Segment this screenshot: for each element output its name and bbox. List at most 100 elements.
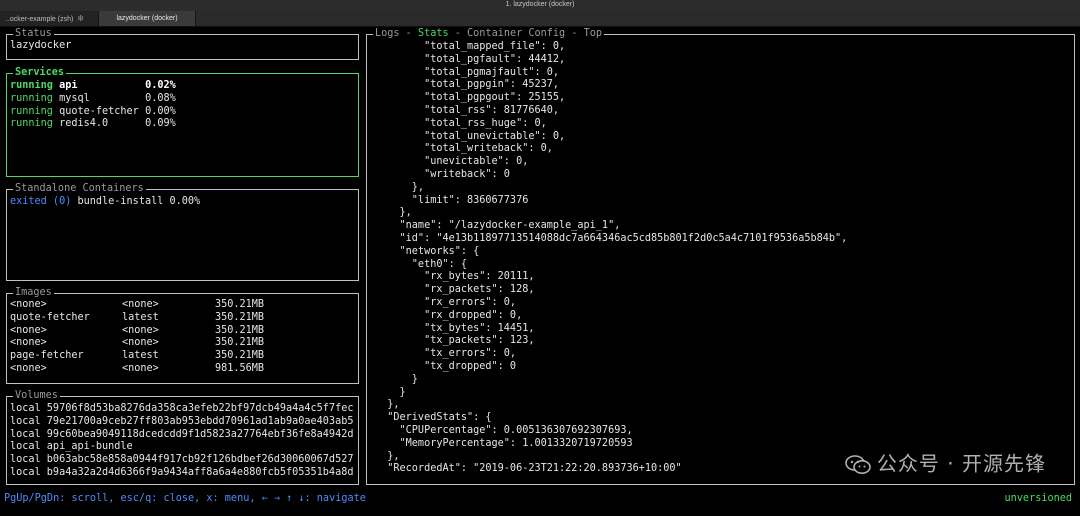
stats-line: "unevictable": 0, [375, 156, 529, 168]
stats-line: }, [375, 399, 400, 411]
watermark: 公众号 · 开源先锋 [845, 451, 1046, 476]
images-list: <none> <none> 350.21MB quote-fetcher latest 3… [10, 299, 356, 376]
stats-line: "rx_packets": 128, [375, 284, 535, 296]
main-panel-tabs: Logs - Stats - Container Config - Top [373, 27, 604, 40]
image-size: 350.21MB [215, 324, 265, 336]
status-value: lazydocker [10, 40, 72, 51]
volume-row[interactable]: local 99c60bea9049118dcedcdd9f1d5823a277… [10, 429, 356, 442]
image-row[interactable]: <none> <none> 350.21MB [10, 299, 356, 312]
container-name: bundle-install [77, 196, 164, 207]
stats-line: "rx_errors": 0, [375, 296, 517, 308]
volumes-panel[interactable]: Volumes local 59706f8d53ba8276da358ca3ef… [6, 389, 359, 485]
stats-line: "networks": { [375, 245, 480, 257]
stats-line: "MemoryPercentage": 1.0013320719720593 [375, 437, 633, 449]
image-row[interactable]: <none> <none> 981.56MB [10, 363, 356, 376]
stats-line: } [375, 386, 406, 398]
window-title: 1. lazydocker (docker) [505, 1, 575, 8]
image-row[interactable]: <none> <none> 350.21MB [10, 337, 356, 350]
image-size: 350.21MB [215, 299, 265, 310]
service-name: quote-fetcher [59, 105, 139, 117]
stats-json-output[interactable]: "total_mapped_file": 0, "total_pgfault":… [375, 41, 1072, 476]
image-row[interactable]: page-fetcher latest 350.21MB [10, 350, 356, 363]
service-row[interactable]: running api 0.02% [10, 80, 356, 93]
image-row[interactable]: quote-fetcher latest 350.21MB [10, 312, 356, 325]
stats-line: "total_writeback": 0, [375, 143, 553, 155]
stats-line: "DerivedStats": { [375, 412, 492, 424]
stats-line: "total_rss": 81776640, [375, 104, 560, 116]
image-name: <none> [10, 324, 47, 336]
stats-line: "total_pgpgin": 45237, [375, 79, 560, 91]
images-panel[interactable]: Images <none> <none> 350.21MB quote-fetcher… [6, 286, 359, 384]
tab-lazydocker[interactable]: lazydocker (docker) [98, 11, 196, 26]
tab-separator: - [448, 28, 468, 39]
volume-row[interactable]: local 79e21700a9ceb27ff803ab953ebdd70961… [10, 416, 356, 429]
stats-line: "eth0": { [375, 258, 468, 270]
service-cpu: 0.02% [145, 80, 176, 91]
status-panel[interactable]: Status lazydocker [6, 27, 359, 60]
service-cpu: 0.08% [145, 92, 176, 104]
terminal-area: Status lazydocker Services running api 0.… [0, 27, 1080, 516]
images-panel-title: Images [13, 286, 54, 299]
image-name: <none> [10, 337, 47, 349]
stats-line: "limit": 8360677376 [375, 194, 529, 206]
tab-logs[interactable]: Logs [375, 28, 400, 39]
main-detail-panel[interactable]: Logs - Stats - Container Config - Top "t… [366, 27, 1075, 485]
services-panel[interactable]: Services running api 0.02% running mysql 0.… [6, 66, 359, 177]
stats-line: "id": "4e13b11897713514088dc7a664346ac5c… [375, 232, 848, 244]
wechat-icon [845, 455, 871, 475]
volume-row[interactable]: local b063abc58e858a0944f917cb92f126bdbe… [10, 454, 356, 467]
standalone-list: exited (0) bundle-install 0.00% [10, 196, 356, 209]
service-state: running [10, 92, 53, 104]
stats-line: "rx_bytes": 20111, [375, 271, 535, 283]
terminal-tab-bar: ..ocker-example (zsh) ✻ lazydocker (docke… [0, 11, 1080, 27]
container-cpu: 0.00% [169, 196, 201, 207]
stats-line: "tx_bytes": 14451, [375, 322, 535, 334]
stats-line: "writeback": 0 [375, 168, 510, 180]
volume-row[interactable]: local 59706f8d53ba8276da358ca3efeb22bf97… [10, 403, 356, 416]
image-size: 350.21MB [215, 311, 265, 323]
volume-row[interactable]: local api_api-bundle [10, 441, 356, 454]
tab-separator: - [399, 28, 418, 39]
tab-top[interactable]: Top [584, 28, 602, 39]
container-row[interactable]: exited (0) bundle-install 0.00% [10, 196, 356, 209]
service-row[interactable]: running quote-fetcher 0.00% [10, 106, 356, 119]
image-tag: latest [122, 311, 159, 323]
image-name: <none> [10, 299, 47, 310]
window-titlebar: 1. lazydocker (docker) [0, 0, 1080, 11]
tab-lazydocker-label: lazydocker (docker) [116, 15, 178, 22]
stats-line: "total_mapped_file": 0, [375, 41, 566, 52]
service-cpu: 0.00% [145, 105, 176, 117]
service-state: running [10, 80, 53, 91]
stats-line: }, [375, 207, 412, 219]
service-row[interactable]: running mysql 0.08% [10, 93, 356, 106]
stats-line: "total_unevictable": 0, [375, 130, 566, 142]
stats-line: "total_pgpgout": 25155, [375, 92, 566, 104]
container-state: exited (0) [10, 196, 72, 207]
tab-zsh[interactable]: ..ocker-example (zsh) ✻ [0, 11, 98, 26]
tab-stats[interactable]: Stats [418, 28, 449, 39]
image-tag: <none> [122, 362, 159, 374]
volumes-panel-title: Volumes [13, 389, 60, 402]
stats-line: "CPUPercentage": 0.005136307692307693, [375, 424, 633, 436]
volume-row[interactable]: local b9a4a32a2d4d6366f9a9434aff8a6a4e88… [10, 467, 356, 480]
services-list: running api 0.02% running mysql 0.08% runnin… [10, 80, 356, 131]
service-name: redis4.0 [59, 118, 109, 130]
image-tag: latest [122, 350, 159, 362]
standalone-containers-panel[interactable]: Standalone Containers exited (0) bundle-… [6, 182, 359, 281]
stats-line: "tx_packets": 123, [375, 335, 535, 347]
service-row[interactable]: running redis4.0 0.09% [10, 118, 356, 131]
volumes-list: local 59706f8d53ba8276da358ca3efeb22bf97… [10, 403, 356, 480]
watermark-text: 公众号 · 开源先锋 [876, 451, 1046, 476]
service-state: running [10, 105, 53, 117]
image-size: 350.21MB [215, 337, 265, 349]
image-tag: <none> [122, 299, 159, 310]
stats-line: } [375, 373, 418, 385]
image-tag: <none> [122, 337, 159, 349]
image-size: 981.56MB [215, 362, 265, 374]
image-name: <none> [10, 362, 47, 374]
stats-line: "rx_dropped": 0, [375, 309, 523, 321]
image-row[interactable]: <none> <none> 350.21MB [10, 325, 356, 338]
stats-line: "name": "/lazydocker-example_api_1", [375, 220, 621, 232]
stats-line: "tx_errors": 0, [375, 348, 517, 360]
tab-container-config[interactable]: Container Config [467, 28, 565, 39]
